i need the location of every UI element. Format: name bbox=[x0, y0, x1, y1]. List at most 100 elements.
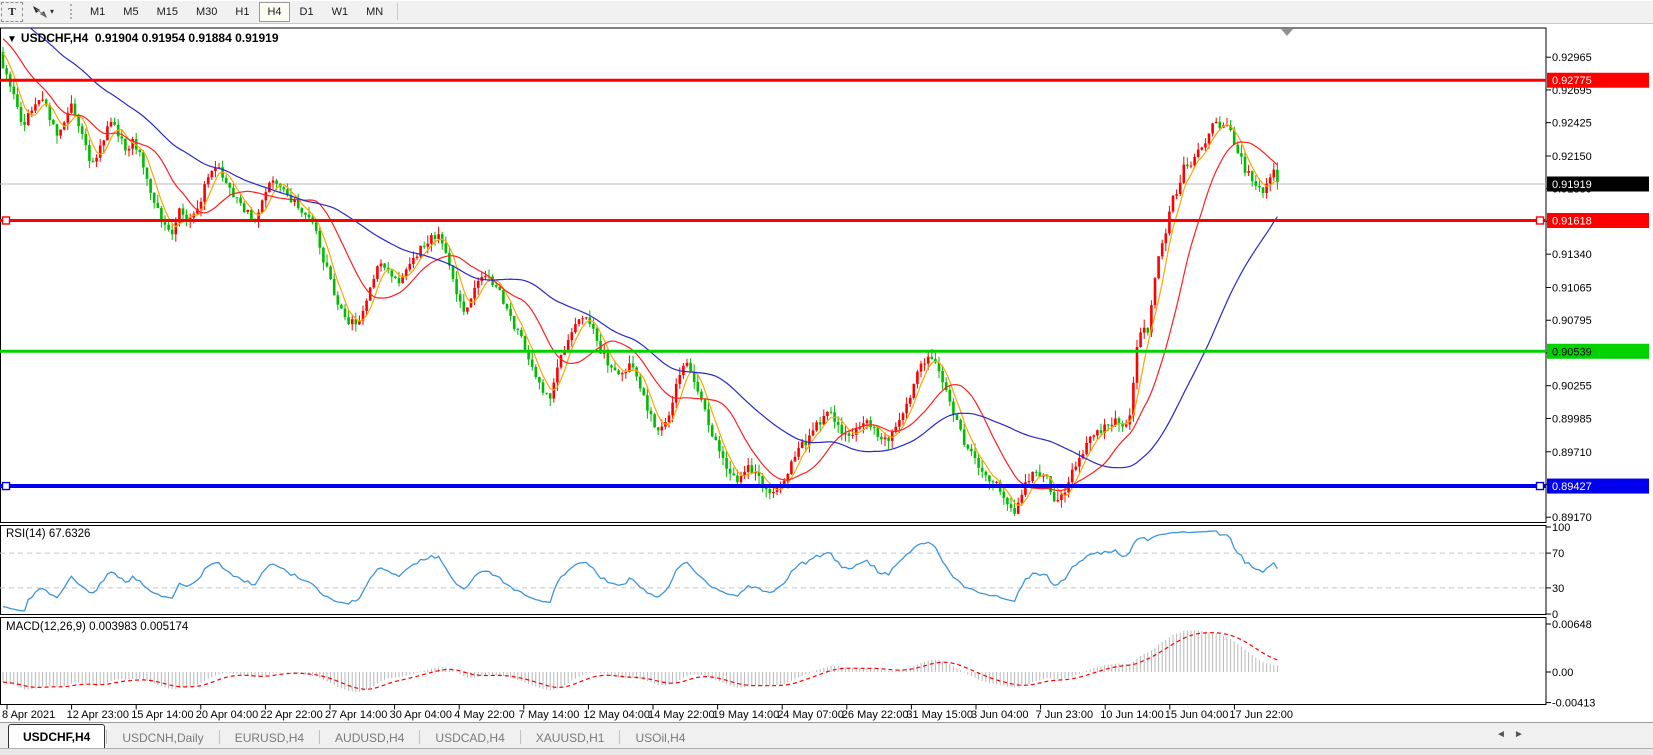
candle-body bbox=[559, 354, 563, 368]
level-handle[interactable] bbox=[1535, 481, 1545, 491]
timeframe-button-m5[interactable]: M5 bbox=[115, 2, 146, 22]
date-axis-label: 31 May 15:00 bbox=[906, 709, 973, 721]
candle-body bbox=[973, 451, 977, 459]
chart-canvas[interactable]: 0.929650.926950.924250.921500.918800.916… bbox=[0, 26, 1653, 722]
candle-body bbox=[545, 392, 548, 394]
candle-body bbox=[170, 229, 174, 235]
candle-body bbox=[696, 381, 700, 392]
chart-tab-usdcad[interactable]: USDCAD,H4 bbox=[421, 727, 518, 748]
toolbar-separator bbox=[397, 3, 399, 20]
tab-scroll-right-button[interactable]: ► bbox=[1514, 729, 1524, 740]
level-handle[interactable] bbox=[1, 481, 11, 491]
tab-scroll-left-button[interactable]: ◄ bbox=[1496, 729, 1506, 740]
candle-body bbox=[1056, 499, 1060, 502]
candle-body bbox=[228, 183, 232, 188]
candle-body bbox=[1189, 165, 1193, 167]
candle-body bbox=[242, 203, 246, 212]
candle-body bbox=[678, 374, 682, 384]
candle-body bbox=[574, 324, 577, 333]
price-axis-label: 0.91065 bbox=[1552, 283, 1592, 295]
timeframe-button-d1[interactable]: D1 bbox=[292, 2, 322, 22]
tab-separator bbox=[319, 730, 321, 744]
candle-body bbox=[1074, 466, 1078, 470]
candle-body bbox=[988, 475, 991, 482]
chart-tab-audusd[interactable]: AUDUSD,H4 bbox=[321, 727, 418, 748]
candle-body bbox=[55, 124, 59, 136]
candle-body bbox=[631, 363, 635, 368]
candle-body bbox=[455, 278, 458, 295]
candle-body bbox=[584, 317, 588, 319]
candle-body bbox=[512, 316, 516, 329]
candle-body bbox=[282, 187, 286, 190]
chart-tab-usdchf[interactable]: USDCHF,H4 bbox=[8, 724, 106, 748]
candle-body bbox=[977, 458, 980, 468]
timeframe-button-h1[interactable]: H1 bbox=[227, 2, 257, 22]
timeframe-button-m30[interactable]: M30 bbox=[188, 2, 225, 22]
candle-body bbox=[725, 457, 728, 469]
chart-tab-usoil[interactable]: USOil,H4 bbox=[621, 727, 699, 748]
date-axis-label: 27 Apr 14:00 bbox=[325, 709, 387, 721]
macd-panel[interactable] bbox=[0, 617, 1547, 705]
candle-body bbox=[383, 263, 386, 268]
timeframe-button-w1[interactable]: W1 bbox=[324, 2, 357, 22]
candle-body bbox=[138, 149, 142, 153]
candle-body bbox=[1013, 508, 1016, 514]
candle-body bbox=[995, 481, 998, 483]
level-handle[interactable] bbox=[1, 216, 11, 225]
level-handle[interactable] bbox=[1535, 216, 1545, 225]
candle-body bbox=[836, 421, 840, 425]
timeframe-button-m1[interactable]: M1 bbox=[82, 2, 113, 22]
candle-body bbox=[1031, 471, 1034, 482]
candle-body bbox=[1006, 497, 1009, 505]
candle-body bbox=[772, 491, 775, 494]
candle-body bbox=[466, 307, 469, 312]
candle-body bbox=[379, 263, 383, 267]
candle-body bbox=[1171, 195, 1175, 212]
candle-body bbox=[822, 415, 826, 425]
candle-body bbox=[350, 319, 354, 325]
candle-body bbox=[397, 278, 401, 284]
candle-body bbox=[239, 197, 242, 204]
chart-tab-xauusd[interactable]: XAUUSD,H1 bbox=[522, 727, 619, 748]
chart-tab-eurusd[interactable]: EURUSD,H4 bbox=[221, 727, 318, 748]
candle-body bbox=[674, 383, 678, 403]
candle-body bbox=[1092, 435, 1096, 437]
price-axis-label: 0.92150 bbox=[1552, 151, 1592, 163]
candle-body bbox=[494, 284, 498, 287]
candle-body bbox=[887, 437, 890, 441]
cursor-tool-button[interactable]: ▾ bbox=[25, 2, 61, 22]
candle-body bbox=[811, 430, 815, 436]
candle-body bbox=[1099, 430, 1103, 433]
candle-body bbox=[912, 383, 916, 398]
candle-body bbox=[620, 373, 624, 375]
text-tool-button[interactable]: T bbox=[1, 1, 23, 22]
main-chart-panel[interactable] bbox=[0, 27, 1547, 523]
candle-body bbox=[667, 415, 671, 423]
date-axis-label: 8 Apr 2021 bbox=[2, 709, 55, 721]
date-axis-label: 4 May 22:00 bbox=[454, 709, 515, 721]
candle-body bbox=[682, 365, 685, 375]
candle-body bbox=[1027, 481, 1031, 483]
rsi-panel[interactable] bbox=[0, 525, 1547, 615]
rsi-axis-label: 100 bbox=[1552, 522, 1570, 534]
candle-body bbox=[923, 363, 926, 365]
candle-body bbox=[671, 402, 674, 416]
timeframe-buttons: M1 M5 M15 M30 H1 H4 D1 W1 MN bbox=[81, 1, 392, 22]
candle-body bbox=[23, 121, 26, 125]
candle-body bbox=[541, 382, 545, 393]
candle-body bbox=[653, 414, 656, 428]
cursor-tool-icon bbox=[32, 5, 47, 18]
candle-body bbox=[577, 319, 581, 325]
timeframe-button-mn[interactable]: MN bbox=[358, 2, 391, 22]
candle-body bbox=[505, 303, 509, 309]
timeframe-button-h4[interactable]: H4 bbox=[259, 1, 290, 22]
candle-body bbox=[473, 287, 476, 299]
candle-body bbox=[268, 182, 271, 193]
timeframe-button-m15[interactable]: M15 bbox=[149, 2, 186, 22]
candle-body bbox=[1139, 332, 1142, 348]
candle-body bbox=[1060, 494, 1063, 500]
candle-body bbox=[916, 371, 919, 384]
chart-tab-usdcnh[interactable]: USDCNH,Daily bbox=[108, 727, 217, 748]
candle-body bbox=[556, 367, 559, 383]
candle-body bbox=[660, 426, 664, 431]
